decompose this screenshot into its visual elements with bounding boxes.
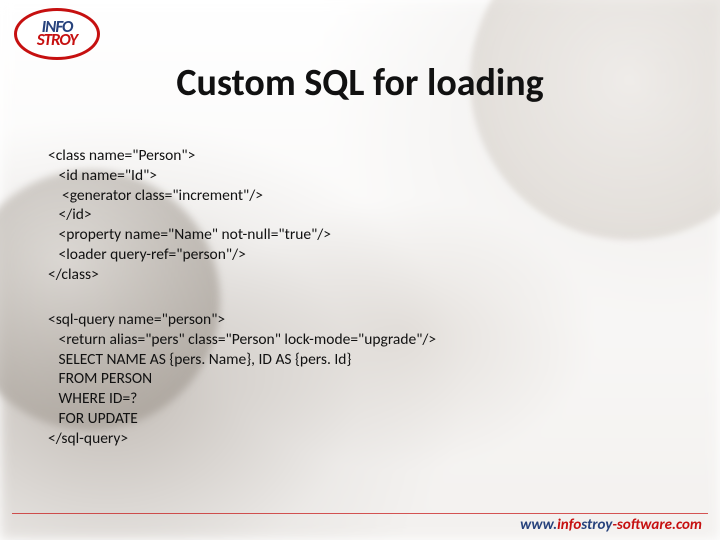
footer-tail: -software.com [612, 516, 702, 534]
company-logo: INFO STROY [14, 8, 100, 60]
footer-www: www. [520, 516, 557, 534]
code-block-sql-query: <sql-query name="person"> <return alias=… [48, 310, 436, 449]
footer-stroy: stroy [581, 516, 612, 534]
logo-oval: INFO STROY [14, 8, 100, 60]
code-block-class-mapping: <class name="Person"> <id name="Id"> <ge… [48, 146, 331, 285]
footer-info: info [557, 516, 581, 534]
logo-text-stroy: STROY [37, 34, 77, 47]
footer-divider [12, 513, 708, 514]
footer-url: www.infostroy-software.com [520, 516, 702, 534]
slide-title: Custom SQL for loading [0, 60, 720, 106]
